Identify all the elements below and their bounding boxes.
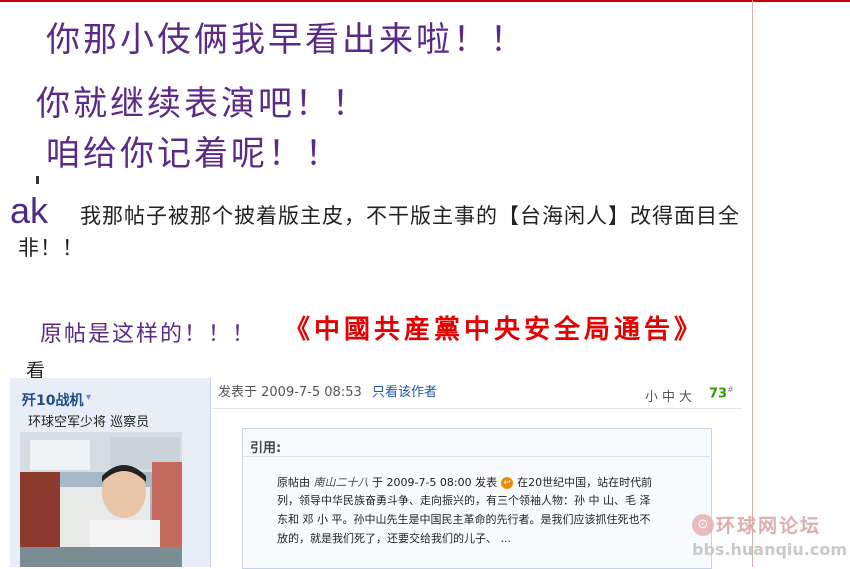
quote-label: 引用: xyxy=(250,441,282,456)
right-divider xyxy=(752,0,753,567)
font-size-switch[interactable]: 小中大 xyxy=(645,386,696,405)
watermark-name: 环球网论坛 xyxy=(716,515,822,537)
ak-prefix: ak xyxy=(10,190,49,231)
quote-line-4: 放的，就是我们死了，还要交给我们的儿子、 ... xyxy=(277,532,511,545)
top-red-rule xyxy=(0,0,850,2)
username-link[interactable]: 歼10战机 xyxy=(22,390,83,410)
ak-dot xyxy=(36,176,39,184)
quote-text-start: 在20世纪中国，站在时代前 xyxy=(517,476,653,489)
watermark-logo-icon: ⊙ xyxy=(692,514,714,536)
only-author-link[interactable]: 只看该作者 xyxy=(372,381,437,400)
headline-line-2: 你就继续表演吧！！ xyxy=(36,84,369,124)
floor-mark: # xyxy=(727,385,734,394)
quote-header xyxy=(242,428,710,457)
quote-line-3: 东和 邓 小 平。孙中山先生是中国民主革命的先行者。是我们应该抓住死也不 xyxy=(277,513,651,526)
complaint-line-1: 我那帖子被那个披着版主皮，不干版主事的【台海闲人】改得面目全 xyxy=(80,204,740,228)
complaint-line-2: 非！！ xyxy=(18,236,84,260)
watermark-url: bbs.huanqiu.com xyxy=(692,540,848,559)
quote-date: 于 2009-7-5 08:00 发表 xyxy=(372,476,498,489)
floor-value: 73 xyxy=(709,386,728,402)
red-title: 《中國共産黨中央安全局通告》 xyxy=(284,315,705,345)
avatar[interactable] xyxy=(20,432,182,567)
quote-author-link[interactable]: 南山二十八 xyxy=(314,476,369,489)
user-rank: 环球空军少将 巡察员 xyxy=(28,415,150,430)
headline-line-3: 咱给你记着呢！！ xyxy=(46,134,342,174)
posted-at: 发表于 2009-7-5 08:53 xyxy=(218,385,362,400)
chevron-down-icon[interactable]: ▾ xyxy=(86,392,91,403)
quote-line-1: 原帖由 南山二十八 于 2009-7-5 08:00 发表 ↩ 在20世纪中国，站在… xyxy=(277,474,652,490)
headline-line-1: 你那小伎俩我早看出来啦！！ xyxy=(46,20,527,60)
quote-prefix: 原帖由 xyxy=(277,476,310,489)
avatar-photo-icon xyxy=(20,432,182,567)
quote-line-2: 列，领导中华民族奋勇斗争、走向振兴的，有三个领袖人物：孙 中 山、毛 泽 xyxy=(277,494,651,507)
back-link-icon[interactable]: ↩ xyxy=(501,477,514,489)
original-intro: 原帖是这样的！！！ xyxy=(40,322,257,347)
floor-number: 73# xyxy=(709,385,734,401)
